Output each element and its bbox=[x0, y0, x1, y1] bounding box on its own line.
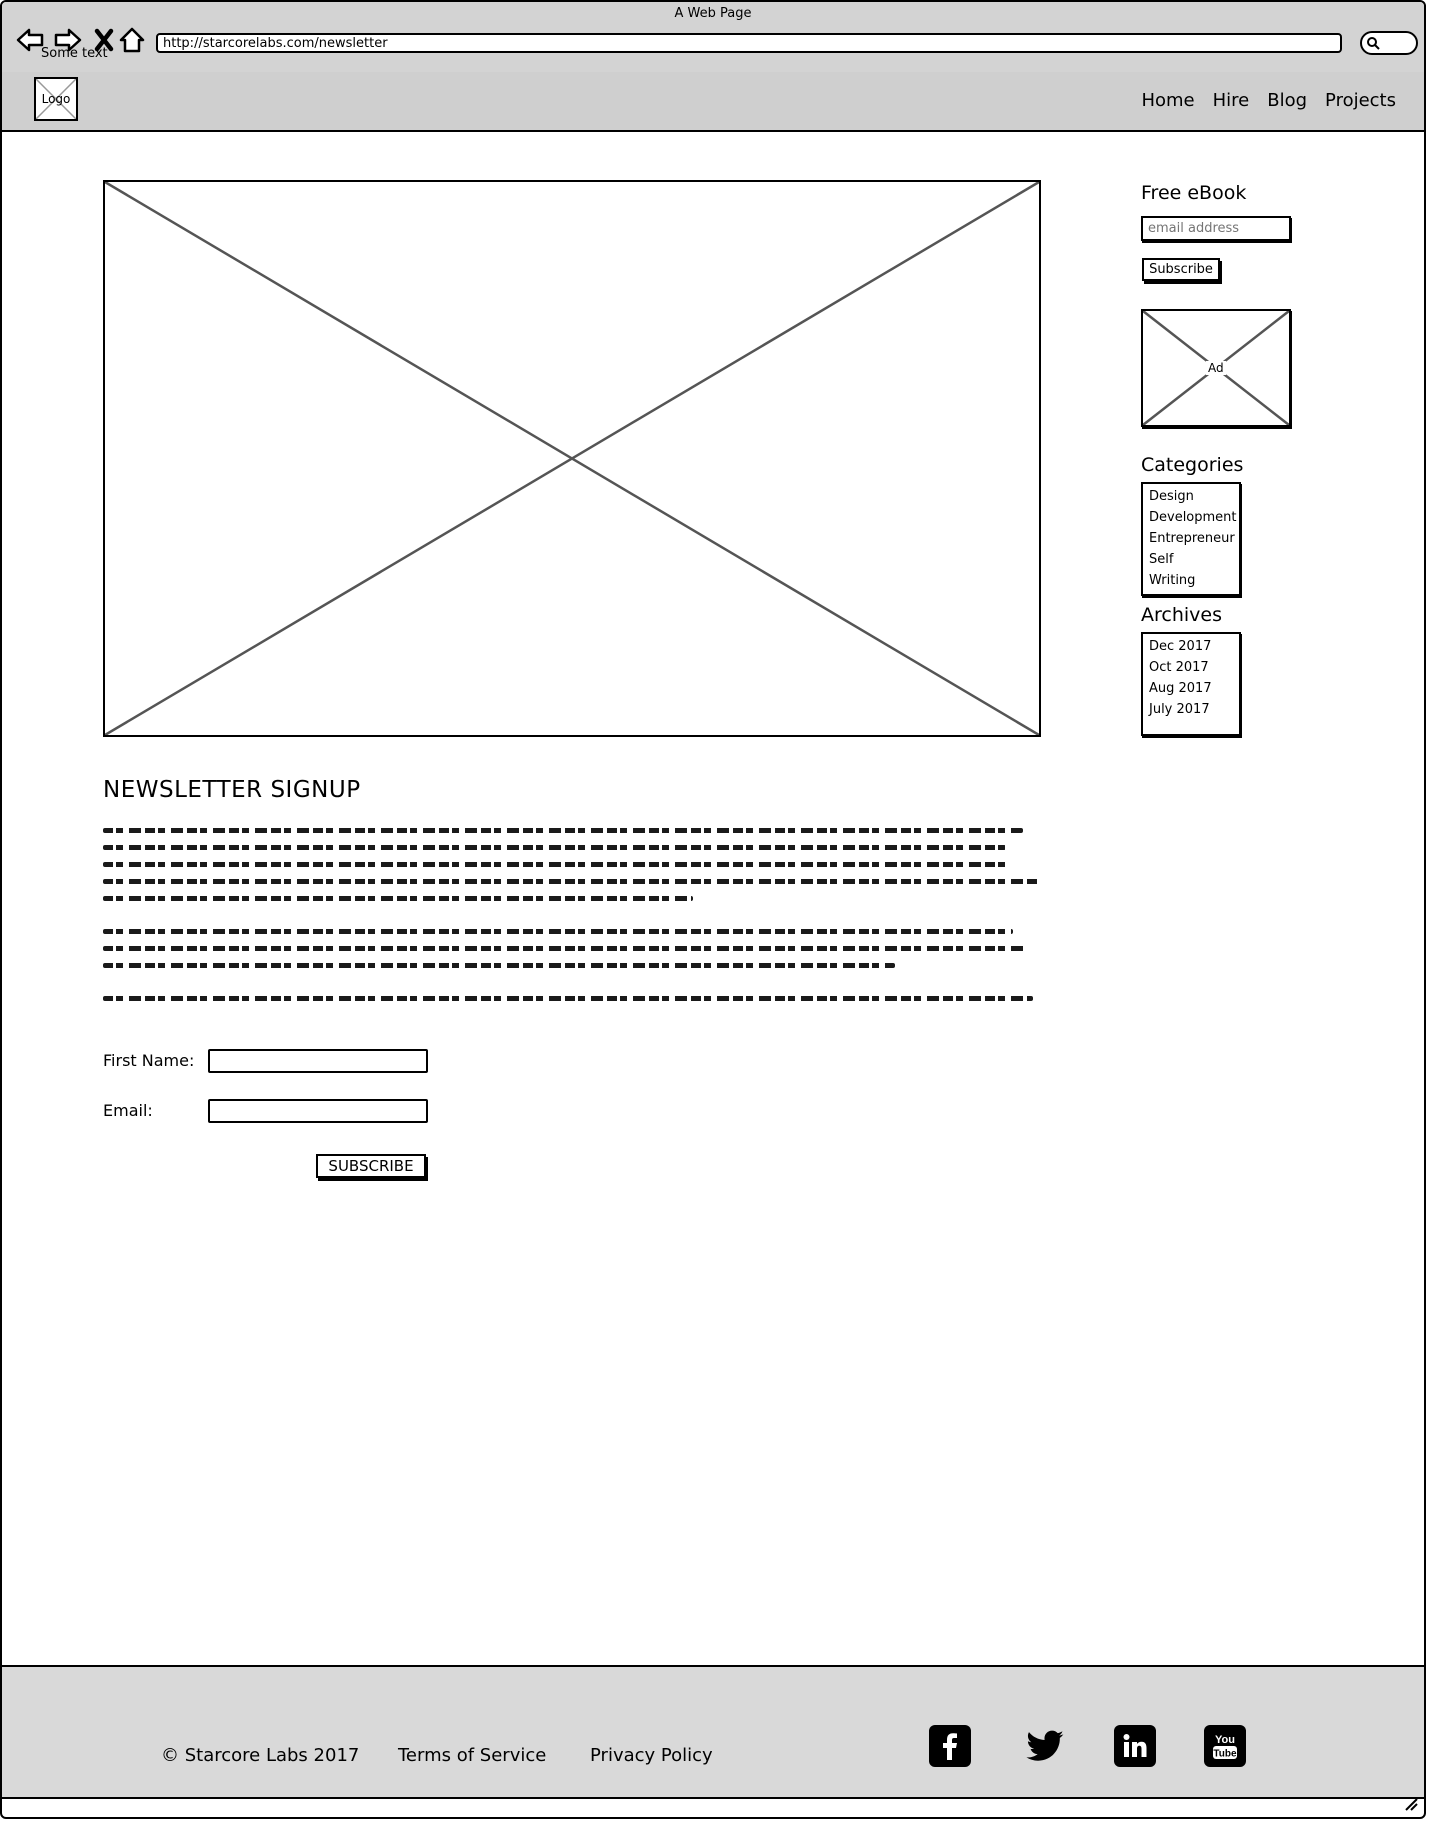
subscribe-button[interactable]: SUBSCRIBE bbox=[316, 1154, 426, 1178]
home-icon[interactable] bbox=[116, 24, 148, 56]
categories-list: Design Development Entrepreneur Self Wri… bbox=[1141, 482, 1241, 596]
browser-search-field[interactable] bbox=[1360, 31, 1418, 55]
site-footer: © Starcore Labs 2017 Terms of Service Pr… bbox=[2, 1665, 1424, 1799]
category-item-design[interactable]: Design bbox=[1149, 486, 1239, 507]
placeholder-image-icon bbox=[105, 182, 1039, 735]
body-paragraph-3 bbox=[103, 996, 1041, 1013]
archive-item-dec-2017[interactable]: Dec 2017 bbox=[1149, 636, 1239, 657]
site-logo[interactable]: Logo bbox=[34, 77, 78, 121]
svg-text:Tube: Tube bbox=[1213, 1749, 1237, 1760]
ebook-heading: Free eBook bbox=[1141, 182, 1247, 204]
terms-of-service-link[interactable]: Terms of Service bbox=[398, 1745, 546, 1766]
nav-item-home[interactable]: Home bbox=[1141, 90, 1194, 111]
address-bar[interactable]: http://starcorelabs.com/newsletter bbox=[156, 33, 1342, 53]
archive-item-aug-2017[interactable]: Aug 2017 bbox=[1149, 678, 1239, 699]
archive-item-oct-2017[interactable]: Oct 2017 bbox=[1149, 657, 1239, 678]
ebook-subscribe-button[interactable]: Subscribe bbox=[1142, 258, 1220, 281]
nav-item-blog[interactable]: Blog bbox=[1267, 90, 1307, 111]
category-item-development[interactable]: Development bbox=[1149, 507, 1239, 528]
category-item-writing[interactable]: Writing bbox=[1149, 570, 1239, 591]
archive-item-july-2017[interactable]: July 2017 bbox=[1149, 699, 1239, 720]
logo-label: Logo bbox=[41, 92, 71, 106]
resize-handle-icon[interactable] bbox=[1404, 1797, 1418, 1811]
page-title: NEWSLETTER SIGNUP bbox=[103, 777, 361, 803]
categories-heading: Categories bbox=[1141, 454, 1244, 476]
nav-item-hire[interactable]: Hire bbox=[1213, 90, 1250, 111]
archives-heading: Archives bbox=[1141, 604, 1222, 626]
archives-list: Dec 2017 Oct 2017 Aug 2017 July 2017 bbox=[1141, 632, 1241, 736]
window-title: A Web Page bbox=[674, 6, 752, 21]
body-paragraph-2 bbox=[103, 929, 1041, 980]
privacy-policy-link[interactable]: Privacy Policy bbox=[590, 1745, 713, 1766]
ad-placeholder[interactable]: Ad bbox=[1141, 309, 1291, 427]
first-name-label: First Name: bbox=[103, 1051, 195, 1070]
email-label: Email: bbox=[103, 1101, 153, 1120]
browser-toolbar: A Web Page Some text http://starcorelabs… bbox=[2, 2, 1424, 74]
svg-text:You: You bbox=[1215, 1734, 1235, 1746]
hero-image-placeholder bbox=[103, 180, 1041, 737]
ebook-email-input[interactable] bbox=[1141, 216, 1291, 241]
email-input[interactable] bbox=[208, 1099, 428, 1123]
body-paragraph-1 bbox=[103, 828, 1041, 913]
category-item-entrepreneur[interactable]: Entrepreneur bbox=[1149, 528, 1239, 549]
site-header: Logo Home Hire Blog Projects bbox=[2, 72, 1424, 132]
ad-label: Ad bbox=[1206, 361, 1226, 375]
category-item-self[interactable]: Self bbox=[1149, 549, 1239, 570]
first-name-input[interactable] bbox=[208, 1049, 428, 1073]
facebook-icon[interactable] bbox=[929, 1725, 971, 1767]
main-navigation: Home Hire Blog Projects bbox=[1141, 90, 1396, 111]
youtube-icon[interactable]: You Tube bbox=[1204, 1725, 1246, 1767]
twitter-icon[interactable] bbox=[1024, 1725, 1066, 1767]
browser-window: A Web Page Some text http://starcorelabs… bbox=[0, 0, 1426, 1819]
search-icon bbox=[1367, 37, 1380, 50]
linkedin-icon[interactable] bbox=[1114, 1725, 1156, 1767]
nav-item-projects[interactable]: Projects bbox=[1325, 90, 1396, 111]
toolbar-caption: Some text bbox=[41, 46, 108, 61]
copyright-text: © Starcore Labs 2017 bbox=[161, 1745, 360, 1766]
